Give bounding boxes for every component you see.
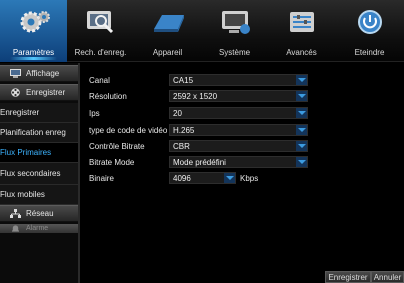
sidebar-item-label: Affichage — [26, 69, 60, 78]
alarm-icon — [12, 225, 19, 232]
tab-systeme[interactable]: Système — [201, 0, 268, 62]
tab-label: Système — [218, 48, 251, 57]
bitrate-mode-value: Mode prédéfini — [173, 157, 226, 167]
sidebar-item-label: Alarme — [26, 225, 49, 232]
sidebar-item-label: Flux mobiles — [0, 190, 45, 199]
binaire-value: 4096 — [173, 173, 191, 183]
chevron-down-icon[interactable] — [296, 75, 307, 85]
chevron-down-icon[interactable] — [224, 173, 235, 183]
settings-panel: Canal CA15 Résolution 2592 x 1520 Ips 20… — [80, 63, 404, 283]
ips-label: Ips — [89, 108, 100, 118]
sidebar-item-label: Flux Primaires — [0, 148, 52, 157]
ips-select[interactable]: 20 — [169, 107, 308, 119]
tab-label: Paramètres — [12, 48, 55, 57]
sidebar-item-reseau[interactable]: Réseau — [0, 205, 78, 222]
bitrate-control-select[interactable]: CBR — [169, 140, 308, 152]
bitrate-control-label: Contrôle Bitrate — [89, 141, 145, 151]
display-icon — [10, 69, 21, 78]
sidebar-item-flux-secondaires[interactable]: Flux secondaires — [0, 163, 78, 185]
gear-icon — [20, 11, 50, 33]
search-icon — [86, 11, 113, 34]
sidebar-item-label: Enregistrer — [26, 88, 66, 97]
save-button[interactable]: Enregistrer — [325, 271, 371, 283]
tab-label: Rech. d'enreg. — [74, 48, 127, 57]
tab-label: Avancés — [286, 48, 317, 57]
resolution-label: Résolution — [89, 91, 127, 101]
film-reel-icon — [11, 88, 20, 97]
tab-label: Appareil — [152, 48, 183, 57]
sidebar-item-alarme[interactable]: Alarme — [0, 224, 78, 233]
tab-eteindre[interactable]: Eteindre — [335, 0, 404, 62]
top-nav-bar: Paramètres Rech. d'enreg. Appareil Systè… — [0, 0, 404, 62]
canal-value: CA15 — [173, 75, 194, 85]
chevron-down-icon[interactable] — [296, 141, 307, 151]
power-icon — [357, 10, 382, 34]
sidebar-item-label: Planification enreg — [0, 128, 66, 137]
chevron-down-icon[interactable] — [296, 125, 307, 135]
monitor-icon — [221, 11, 250, 34]
chevron-down-icon[interactable] — [296, 157, 307, 167]
sidebar: Affichage Enregistrer Enregistrer Planif… — [0, 63, 78, 283]
sidebar-item-enregistrer-section[interactable]: Enregistrer — [0, 84, 78, 101]
binaire-unit: Kbps — [240, 173, 259, 183]
bitrate-control-value: CBR — [173, 141, 190, 151]
tab-parametres[interactable]: Paramètres — [0, 0, 67, 62]
sidebar-item-label: Flux secondaires — [0, 169, 61, 178]
sidebar-item-flux-mobiles[interactable]: Flux mobiles — [0, 185, 78, 205]
canal-label: Canal — [89, 75, 110, 85]
bitrate-mode-label: Bitrate Mode — [89, 157, 135, 167]
resolution-select[interactable]: 2592 x 1520 — [169, 90, 308, 102]
sidebar-item-planification[interactable]: Planification enreg — [0, 123, 78, 143]
tab-recherche[interactable]: Rech. d'enreg. — [67, 0, 134, 62]
sidebar-item-label: Réseau — [26, 209, 54, 218]
sidebar-item-flux-primaires[interactable]: Flux Primaires — [0, 143, 78, 163]
binaire-label: Binaire — [89, 173, 114, 183]
cancel-button[interactable]: Annuler — [371, 271, 404, 283]
binaire-select[interactable]: 4096 — [169, 172, 236, 184]
sidebar-item-label: Enregistrer — [0, 108, 40, 117]
codec-label: type de code de vidéo — [89, 125, 168, 135]
chevron-down-icon[interactable] — [296, 108, 307, 118]
resolution-value: 2592 x 1520 — [173, 91, 218, 101]
sidebar-item-affichage[interactable]: Affichage — [0, 65, 78, 82]
chevron-down-icon[interactable] — [296, 91, 307, 101]
tab-label: Eteindre — [354, 48, 385, 57]
active-tab-indicator — [10, 57, 57, 60]
network-icon — [10, 209, 21, 218]
tools-icon — [289, 12, 314, 32]
codec-select[interactable]: H.265 — [169, 124, 308, 136]
ips-value: 20 — [173, 108, 182, 118]
hard-drive-icon — [153, 15, 184, 32]
canal-select[interactable]: CA15 — [169, 74, 308, 86]
tab-appareil[interactable]: Appareil — [134, 0, 201, 62]
bitrate-mode-select[interactable]: Mode prédéfini — [169, 156, 308, 168]
codec-value: H.265 — [173, 125, 195, 135]
sidebar-item-enregistrer[interactable]: Enregistrer — [0, 103, 78, 123]
tab-avances[interactable]: Avancés — [268, 0, 335, 62]
